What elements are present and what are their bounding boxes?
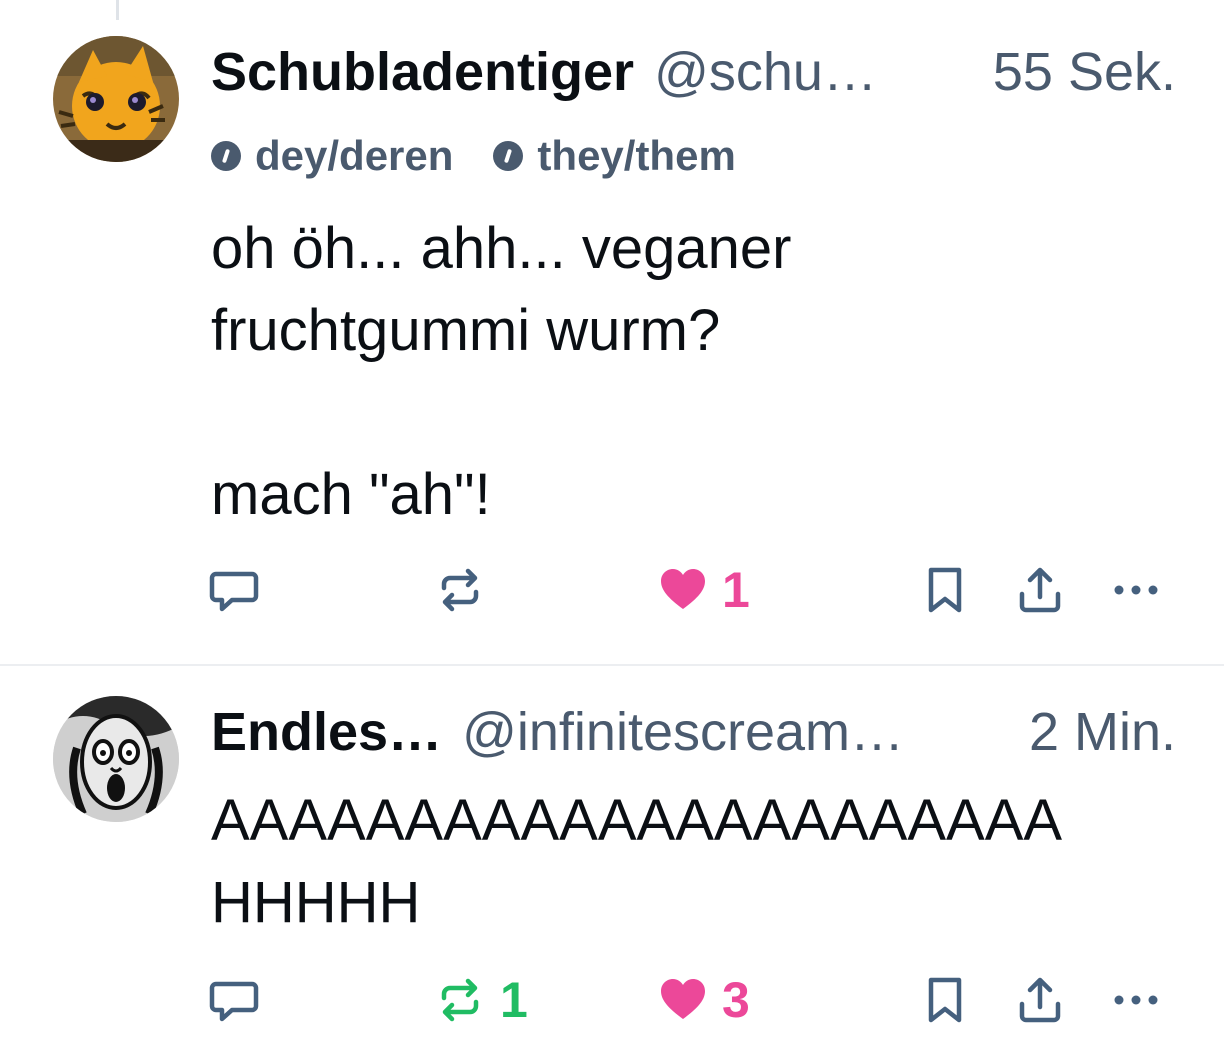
reply-button[interactable] — [208, 965, 260, 1035]
like-count: 1 — [722, 562, 750, 618]
share-icon — [1019, 567, 1061, 613]
speech-bubble-icon — [209, 571, 259, 612]
pronouns-row: dey/deren they/them — [211, 132, 776, 180]
post-text: AAAAAAAAAAAAAAAAAAAAAA HHHHH — [211, 788, 1063, 935]
heart-icon — [661, 569, 705, 609]
avatar[interactable] — [53, 36, 179, 162]
post-timestamp[interactable]: 2 Min. — [1029, 700, 1176, 764]
post-timestamp[interactable]: 55 Sek. — [993, 40, 1176, 104]
user-handle[interactable]: @infinitescream… — [462, 700, 1011, 764]
repost-arrows-icon — [441, 978, 479, 1022]
heart-icon — [661, 979, 705, 1019]
pronoun-tag: dey/deren — [211, 132, 453, 180]
speech-bubble-icon — [209, 981, 259, 1022]
repost-count: 1 — [500, 972, 528, 1028]
info-icon — [211, 141, 241, 171]
share-button[interactable] — [1016, 555, 1064, 625]
post-item[interactable]: Schubladentiger @schu… 55 Sek. dey/deren… — [0, 0, 1224, 664]
bookmark-icon — [928, 567, 962, 613]
post-actions: 1 — [0, 555, 1224, 625]
more-options-button[interactable] — [1110, 965, 1162, 1035]
bookmark-button[interactable] — [922, 555, 968, 625]
repost-button[interactable]: 1 — [434, 965, 528, 1035]
post-item[interactable]: Endles… @infinitescream… 2 Min. AAAAAAAA… — [0, 666, 1224, 1064]
pronoun-label: they/them — [537, 132, 736, 179]
like-button[interactable]: 1 — [658, 555, 750, 625]
pronoun-label: dey/deren — [255, 132, 454, 179]
avatar[interactable] — [53, 696, 179, 822]
more-dots-icon — [1114, 585, 1158, 595]
like-count: 3 — [722, 972, 750, 1028]
post-header: Schubladentiger @schu… 55 Sek. — [211, 40, 1176, 104]
bookmark-button[interactable] — [922, 965, 968, 1035]
post-text: oh öh... ahh... veganer fruchtgummi wurm… — [211, 216, 792, 527]
display-name[interactable]: Endles… — [211, 700, 442, 764]
user-handle[interactable]: @schu… — [654, 40, 975, 104]
post-actions: 1 3 — [0, 965, 1224, 1035]
orange-cat-avatar-icon — [53, 36, 179, 162]
display-name[interactable]: Schubladentiger — [211, 40, 634, 104]
post-header: Endles… @infinitescream… 2 Min. — [211, 700, 1176, 764]
repost-button[interactable] — [434, 555, 486, 625]
pronoun-tag: they/them — [493, 132, 736, 180]
share-button[interactable] — [1016, 965, 1064, 1035]
share-icon — [1019, 977, 1061, 1023]
like-button[interactable]: 3 — [658, 965, 750, 1035]
bookmark-icon — [928, 977, 962, 1023]
info-icon — [493, 141, 524, 171]
repost-arrows-icon — [441, 568, 479, 612]
more-dots-icon — [1114, 995, 1158, 1005]
reply-button[interactable] — [208, 555, 260, 625]
more-options-button[interactable] — [1110, 555, 1162, 625]
scream-painting-avatar-icon — [53, 696, 179, 822]
